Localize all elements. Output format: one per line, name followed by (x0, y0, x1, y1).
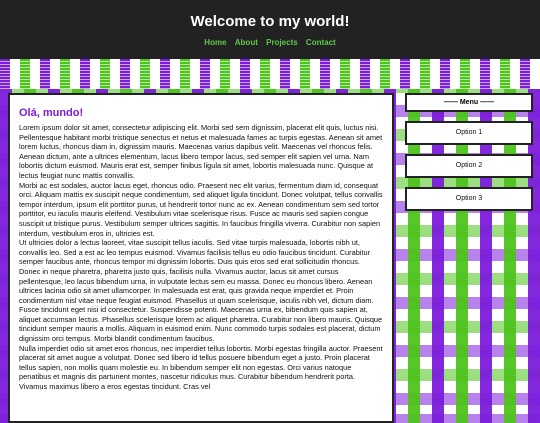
site-header: Welcome to my world! Home About Projects… (0, 0, 540, 59)
nav-link-home[interactable]: Home (204, 38, 226, 47)
paragraph-4: Nulla imperdiet odio sit amet eros rhonc… (19, 343, 383, 392)
menu-option-2[interactable]: Option 2 (405, 154, 533, 178)
menu-option-1[interactable]: Option 1 (405, 121, 533, 145)
main-content: Olá, mundo! Lorem ipsum dolor sit amet, … (8, 93, 394, 423)
sidebar: —— Menu —— Option 1 Option 2 Option 3 (405, 93, 533, 211)
nav-link-about[interactable]: About (235, 38, 258, 47)
paragraph-3: Ut ultricies dolor a lectus laoreet, vit… (19, 238, 383, 344)
top-nav: Home About Projects Contact (0, 38, 540, 47)
menu-option-3[interactable]: Option 3 (405, 187, 533, 211)
paragraph-2: Morbi ac est sodales, auctor lacus eget,… (19, 180, 383, 238)
nav-link-contact[interactable]: Contact (306, 38, 336, 47)
menu-heading: —— Menu —— (405, 93, 533, 112)
site-title: Welcome to my world! (190, 13, 350, 30)
decorative-stripe (0, 59, 540, 89)
paragraph-1: Lorem ipsum dolor sit amet, consectetur … (19, 123, 383, 180)
nav-link-projects[interactable]: Projects (266, 38, 298, 47)
main-heading: Olá, mundo! (19, 107, 84, 119)
